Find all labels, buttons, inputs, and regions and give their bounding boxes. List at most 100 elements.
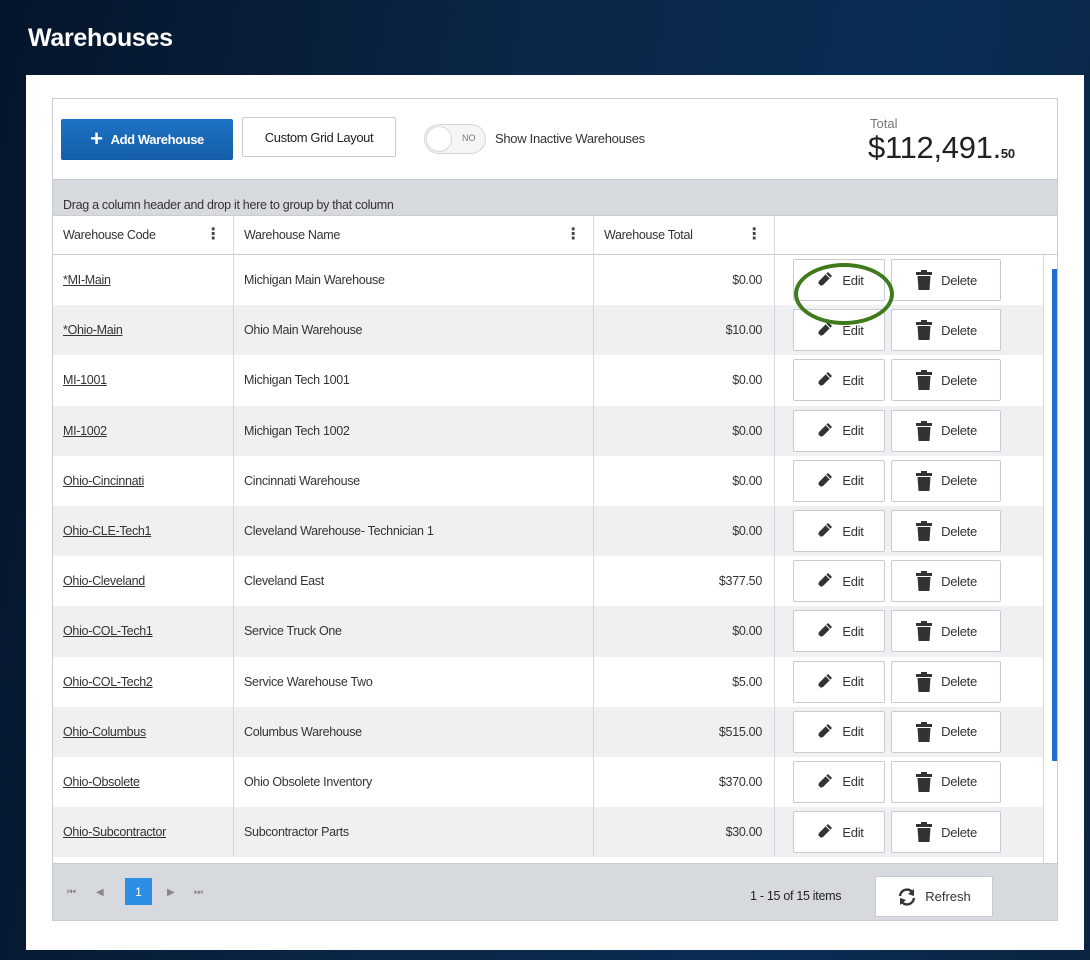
row-actions-cell: Edit Delete <box>775 355 1015 405</box>
warehouse-grid: + Add Warehouse Custom Grid Layout NO Sh… <box>52 98 1058 921</box>
refresh-icon <box>899 887 916 906</box>
delete-button[interactable]: Delete <box>891 510 1001 553</box>
delete-button[interactable]: Delete <box>891 710 1001 753</box>
table-row: Ohio-COL-Tech2 Service Warehouse Two $5.00… <box>53 656 1043 707</box>
table-row: Ohio-Cincinnati Cincinnati Warehouse $0.00… <box>53 455 1043 506</box>
delete-button[interactable]: Delete <box>891 359 1001 402</box>
delete-button[interactable]: Delete <box>891 760 1001 803</box>
delete-button[interactable]: Delete <box>891 660 1001 703</box>
add-warehouse-button[interactable]: + Add Warehouse <box>61 119 233 160</box>
warehouse-code-link[interactable]: *MI-Main <box>63 273 111 287</box>
warehouse-total-cell: $370.00 <box>594 756 775 808</box>
edit-button[interactable]: Edit <box>793 660 885 703</box>
show-inactive-label: Show Inactive Warehouses <box>495 131 645 146</box>
custom-grid-layout-button[interactable]: Custom Grid Layout <box>242 117 396 157</box>
table-row: Ohio-Cleveland Cleveland East $377.50 Edit D… <box>53 556 1043 607</box>
pencil-icon <box>817 422 833 438</box>
grid-body: *MI-Main Michigan Main Warehouse $0.00 Edit… <box>53 255 1043 863</box>
warehouse-code-link[interactable]: MI-1001 <box>63 373 107 387</box>
warehouse-code-cell: *MI-Main <box>53 255 234 306</box>
column-header-code[interactable]: Warehouse Code ⋮ <box>53 216 234 254</box>
delete-label: Delete <box>941 473 977 489</box>
total-value-main: $112,491. <box>868 130 1001 165</box>
pencil-icon <box>817 773 833 789</box>
row-actions-cell: Edit Delete <box>775 255 1015 305</box>
warehouse-code-link[interactable]: Ohio-Cleveland <box>63 574 145 588</box>
vertical-scrollbar[interactable] <box>1043 255 1057 863</box>
warehouse-name-cell: Service Warehouse Two <box>234 656 594 707</box>
column-header-label: Warehouse Name <box>244 228 341 242</box>
delete-button[interactable]: Delete <box>891 560 1001 603</box>
next-page-icon[interactable]: ▶ <box>167 887 175 898</box>
delete-label: Delete <box>941 272 977 288</box>
first-page-icon[interactable]: ⏮ <box>67 887 76 898</box>
trash-icon <box>916 822 933 843</box>
warehouse-code-link[interactable]: MI-1002 <box>63 424 107 438</box>
column-menu-icon[interactable]: ⋮ <box>565 227 581 243</box>
table-row: Ohio-Subcontractor Subcontractor Parts $30… <box>53 807 1043 858</box>
last-page-icon[interactable]: ⏭ <box>194 887 203 898</box>
trash-icon <box>916 671 933 692</box>
edit-button[interactable]: Edit <box>793 811 885 854</box>
edit-button[interactable]: Edit <box>793 309 885 352</box>
page-number-button[interactable]: 1 <box>125 878 152 905</box>
warehouse-code-link[interactable]: Ohio-COL-Tech2 <box>63 675 153 689</box>
warehouse-name-cell: Michigan Tech 1002 <box>234 405 594 456</box>
edit-button[interactable]: Edit <box>793 409 885 452</box>
edit-button[interactable]: Edit <box>793 760 885 803</box>
column-header-name[interactable]: Warehouse Name ⋮ <box>234 216 594 254</box>
show-inactive-toggle[interactable]: NO <box>424 124 486 154</box>
warehouse-total-cell: $10.00 <box>594 305 775 356</box>
edit-label: Edit <box>842 372 864 388</box>
row-actions-cell: Edit Delete <box>775 406 1015 456</box>
warehouse-total-cell: $5.00 <box>594 656 775 707</box>
warehouse-code-cell: Ohio-Cleveland <box>53 556 234 607</box>
warehouse-code-link[interactable]: Ohio-CLE-Tech1 <box>63 524 152 538</box>
table-row: Ohio-Columbus Columbus Warehouse $515.00 Ed… <box>53 706 1043 757</box>
edit-button[interactable]: Edit <box>793 560 885 603</box>
warehouse-name-cell: Cincinnati Warehouse <box>234 455 594 506</box>
column-menu-icon[interactable]: ⋮ <box>746 227 762 243</box>
edit-button[interactable]: Edit <box>793 259 885 302</box>
pencil-icon <box>817 272 833 288</box>
group-drop-area[interactable]: Drag a column header and drop it here to… <box>53 179 1057 216</box>
delete-button[interactable]: Delete <box>891 459 1001 502</box>
edit-label: Edit <box>842 724 864 740</box>
delete-label: Delete <box>941 573 977 589</box>
row-actions-cell: Edit Delete <box>775 456 1015 506</box>
column-menu-icon[interactable]: ⋮ <box>205 227 221 243</box>
trash-icon <box>916 621 933 642</box>
edit-button[interactable]: Edit <box>793 359 885 402</box>
row-actions-cell: Edit Delete <box>775 305 1015 355</box>
warehouse-code-link[interactable]: Ohio-COL-Tech1 <box>63 624 153 638</box>
pencil-icon <box>817 372 833 388</box>
edit-button[interactable]: Edit <box>793 610 885 653</box>
edit-button[interactable]: Edit <box>793 510 885 553</box>
delete-button[interactable]: Delete <box>891 811 1001 854</box>
prev-page-icon[interactable]: ◀ <box>96 887 104 898</box>
column-header-total[interactable]: Warehouse Total ⋮ <box>594 216 775 254</box>
delete-label: Delete <box>941 674 977 690</box>
warehouse-name-cell: Ohio Main Warehouse <box>234 305 594 356</box>
delete-button[interactable]: Delete <box>891 259 1001 302</box>
warehouse-total-cell: $0.00 <box>594 405 775 456</box>
warehouse-total-cell: $0.00 <box>594 355 775 406</box>
refresh-button[interactable]: Refresh <box>875 876 993 917</box>
warehouse-code-link[interactable]: Ohio-Cincinnati <box>63 474 144 488</box>
delete-button[interactable]: Delete <box>891 309 1001 352</box>
trash-icon <box>916 270 933 291</box>
warehouse-code-link[interactable]: *Ohio-Main <box>63 323 123 337</box>
delete-button[interactable]: Delete <box>891 610 1001 653</box>
warehouse-code-link[interactable]: Ohio-Columbus <box>63 725 146 739</box>
delete-label: Delete <box>941 824 977 840</box>
add-warehouse-label: Add Warehouse <box>110 132 205 147</box>
delete-button[interactable]: Delete <box>891 409 1001 452</box>
warehouse-total-cell: $0.00 <box>594 255 775 306</box>
warehouse-code-link[interactable]: Ohio-Subcontractor <box>63 825 166 839</box>
edit-button[interactable]: Edit <box>793 710 885 753</box>
warehouse-code-link[interactable]: Ohio-Obsolete <box>63 775 140 789</box>
scrollbar-thumb[interactable] <box>1052 269 1057 761</box>
delete-label: Delete <box>941 322 977 338</box>
edit-label: Edit <box>842 674 864 690</box>
edit-button[interactable]: Edit <box>793 459 885 502</box>
